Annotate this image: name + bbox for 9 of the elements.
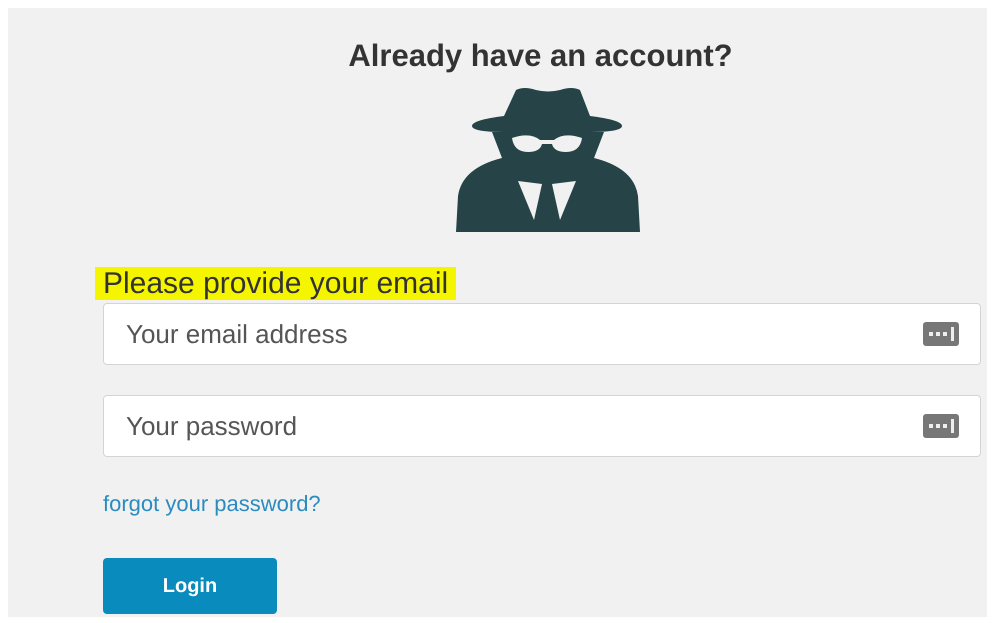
input-field[interactable]: Your email address [103,303,981,365]
detective-icon [454,86,642,232]
input-field[interactable]: Your password [103,395,981,457]
forgot-password-link[interactable]: forgot your password? [103,491,321,516]
email-label: Please provide your email [95,267,456,300]
login-button[interactable]: Login [103,558,277,614]
keyboard-icon [923,414,959,438]
panel-title: Already have an account? [348,38,733,74]
keyboard-icon [923,322,959,346]
